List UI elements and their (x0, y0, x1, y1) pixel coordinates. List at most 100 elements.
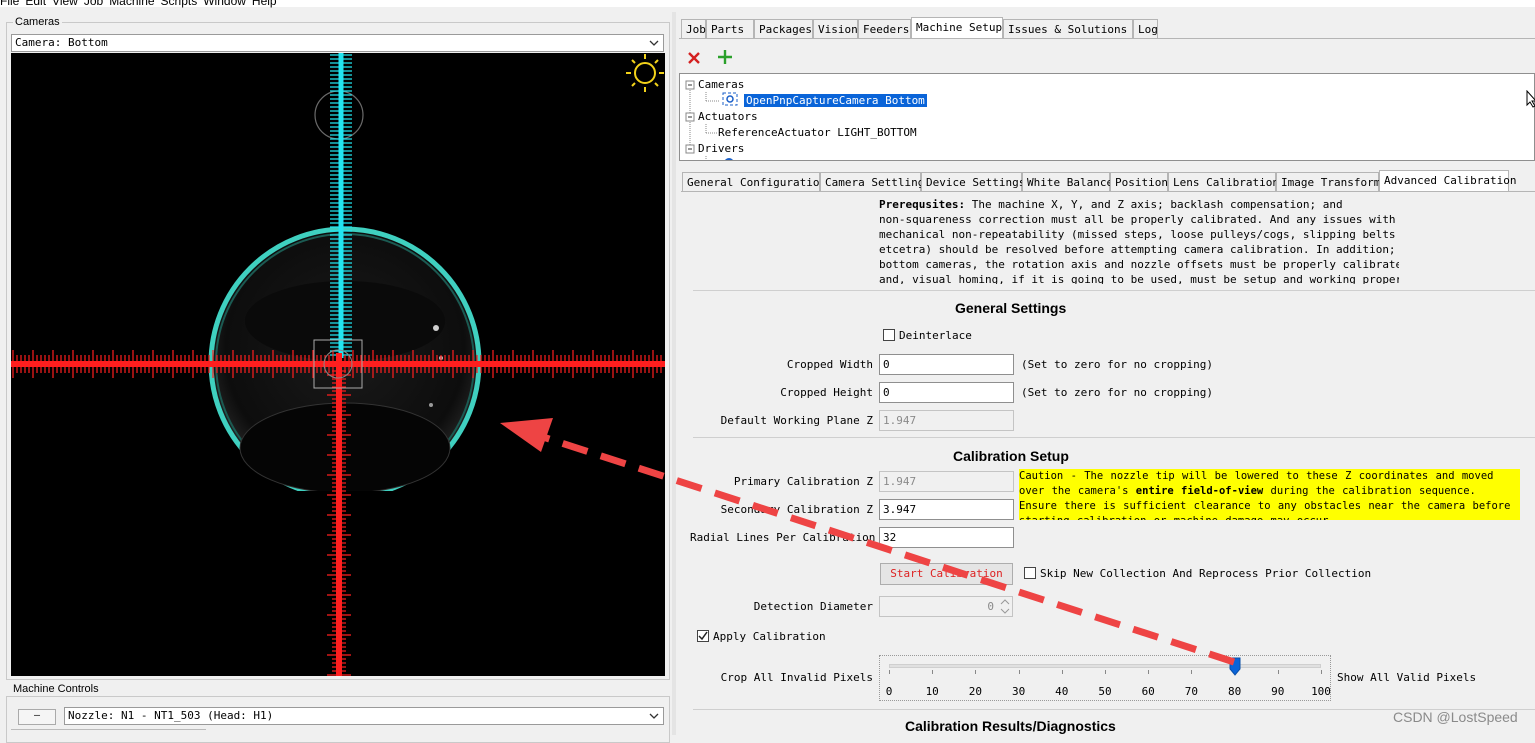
slider-tick-label: 30 (1011, 685, 1026, 698)
chevron-down-icon (649, 713, 659, 719)
slider-tick-label: 50 (1098, 685, 1112, 698)
split-divider[interactable] (672, 12, 676, 735)
cropped-height-label: Cropped Height (780, 386, 873, 399)
default-plane-input: 1.947 (879, 410, 1014, 431)
cropped-width-hint: (Set to zero for no cropping) (1021, 358, 1214, 371)
caution-bold: entire field-of-view (1135, 485, 1264, 497)
prereq-line-2: mechanical non-repeatability (missed ste… (879, 228, 1396, 241)
slider-tick-label: 40 (1055, 685, 1069, 698)
slider-tick-mark (975, 670, 977, 674)
spinner-arrows-icon (1000, 599, 1010, 614)
radial-lines-input[interactable]: 32 (879, 527, 1014, 548)
menu-item-view[interactable]: View (52, 0, 78, 8)
slider-tick-mark (1061, 670, 1063, 674)
primary-z-label: Primary Calibration Z (733, 475, 873, 488)
tree-node-actuators[interactable]: Actuators (698, 110, 758, 123)
crop-invalid-label: Crop All Invalid Pixels (720, 671, 873, 684)
tree-node-camera-bottom[interactable]: OpenPnpCaptureCamera Bottom (744, 94, 927, 107)
subtab-advanced-calibration[interactable]: Advanced Calibration (1379, 170, 1516, 191)
tab-log[interactable]: Log (1133, 19, 1158, 38)
camera-config-tabbar: General Configuration Camera Settling Devi… (682, 170, 1532, 191)
slider-tick-label: 80 (1227, 685, 1242, 698)
menu-item-file[interactable]: File (0, 0, 19, 8)
tree-node-cameras[interactable]: Cameras (698, 78, 744, 91)
menu-item-window[interactable]: Window (203, 0, 246, 8)
subtab-device-settings[interactable]: Device Settings (921, 172, 1025, 191)
cursor-icon (1526, 90, 1535, 108)
skip-collection-checkbox[interactable] (1024, 567, 1036, 579)
pixel-slider-thumb[interactable] (1229, 657, 1241, 676)
nozzle-select[interactable]: Nozzle: N1 - NT1_503 (Head: H1) (64, 707, 664, 725)
caution-box: Caution - The nozzle tip will be lowered… (1019, 469, 1520, 520)
calibration-setup-title: Calibration Setup (953, 448, 1069, 464)
subtab-position[interactable]: Position (1110, 172, 1168, 191)
machine-tree: Cameras OpenPnpCaptureCamera Bottom Actu… (679, 73, 1535, 161)
radial-lines-label: Radial Lines Per Calibration Z (690, 531, 889, 544)
tree-node-actuator-light[interactable]: ReferenceActuator LIGHT_BOTTOM (718, 126, 917, 139)
primary-z-input: 1.947 (879, 471, 1014, 492)
menu-item-edit[interactable]: Edit (25, 0, 46, 8)
menu-item-scripts[interactable]: Scripts (161, 0, 198, 8)
start-calibration-button[interactable]: Start Calibration (880, 563, 1013, 585)
camera-select-value: Camera: Bottom (15, 36, 108, 49)
camera-view (11, 53, 665, 676)
add-icon[interactable] (717, 49, 733, 65)
pixel-slider-ticks: 0 10 20 30 40 50 60 70 80 90 100 (886, 670, 1331, 700)
slider-tick-label: 0 (885, 685, 893, 698)
slider-tick-label: 90 (1271, 685, 1285, 698)
machine-controls-title: Machine Controls (11, 683, 101, 695)
subtab-general-configuration[interactable]: General Configuration (682, 172, 826, 191)
watermark: CSDN @LostSpeed (1393, 709, 1518, 725)
tab-feeders[interactable]: Feeders (858, 19, 911, 38)
menu-item-machine[interactable]: Machine (109, 0, 154, 8)
prereq-line-3: etcetra) should be resolved before attem… (879, 243, 1399, 256)
secondary-z-input[interactable]: 3.947 (879, 499, 1014, 520)
cropped-width-input[interactable]: 0 (879, 354, 1014, 375)
slider-tick-label: 60 (1141, 685, 1155, 698)
slider-tick-mark (1018, 670, 1020, 674)
slider-tick-mark (1191, 670, 1193, 674)
menu-item-help[interactable]: Help (252, 0, 277, 8)
tab-issues-solutions[interactable]: Issues & Solutions (1003, 19, 1133, 38)
subtab-image-transforms[interactable]: Image Transforms (1276, 172, 1387, 191)
gear-icon (725, 158, 733, 160)
tab-parts[interactable]: Parts (706, 19, 754, 38)
subtab-lens-calibration[interactable]: Lens Calibration (1168, 172, 1279, 191)
prereq-line-0: The machine X, Y, and Z axis; backlash c… (965, 198, 1343, 211)
slider-tick-mark (889, 670, 890, 674)
slider-tick-mark (1148, 670, 1150, 674)
prerequisites-bold: Prerequsites: (879, 198, 966, 211)
apply-calibration-label: Apply Calibration (713, 630, 826, 643)
subtab-camera-settling[interactable]: Camera Settling (820, 172, 924, 191)
apply-calibration-checkbox[interactable] (697, 630, 709, 642)
prereq-line-1: non-squareness correction must all be pr… (879, 213, 1396, 226)
delete-icon[interactable] (687, 51, 701, 65)
menu-item-job[interactable]: Job (84, 0, 103, 8)
slider-tick-mark (932, 670, 934, 674)
prereq-line-5: and, visual homing, if it is going to be… (879, 273, 1399, 284)
show-valid-label: Show All Valid Pixels (1337, 671, 1477, 684)
slider-tick-label: 100 (1311, 685, 1331, 698)
chevron-down-icon (649, 40, 659, 46)
tab-job[interactable]: Job (681, 19, 706, 38)
tab-packages[interactable]: Packages (754, 19, 813, 38)
start-calibration-label: Start Calibration (890, 567, 1003, 580)
menu-bar: File Edit View Job Machine Scripts Window Help (0, 0, 1535, 8)
pixel-slider-track[interactable] (889, 664, 1321, 668)
slider-tick-mark (1277, 670, 1279, 674)
cropped-width-label: Cropped Width (786, 358, 873, 371)
cameras-panel-title: Cameras (13, 16, 62, 28)
tab-machine-setup[interactable]: Machine Setup (911, 17, 1003, 38)
camera-select[interactable]: Camera: Bottom (11, 34, 664, 52)
cropped-height-input[interactable]: 0 (879, 382, 1014, 403)
collapse-button[interactable]: — (18, 709, 56, 725)
subtab-white-balance[interactable]: White Balance (1022, 172, 1113, 191)
slider-tick-label: 10 (925, 685, 939, 698)
skip-collection-label: Skip New Collection And Reprocess Prior … (1040, 567, 1372, 580)
tree-node-drivers[interactable]: Drivers (698, 142, 744, 155)
tab-vision[interactable]: Vision (813, 19, 858, 38)
detection-diameter-spinner: 0 (879, 596, 1013, 617)
prereq-line-4: bottom cameras, the rotation axis and no… (879, 258, 1399, 271)
deinterlace-checkbox[interactable] (883, 329, 895, 341)
separator (693, 437, 1535, 438)
